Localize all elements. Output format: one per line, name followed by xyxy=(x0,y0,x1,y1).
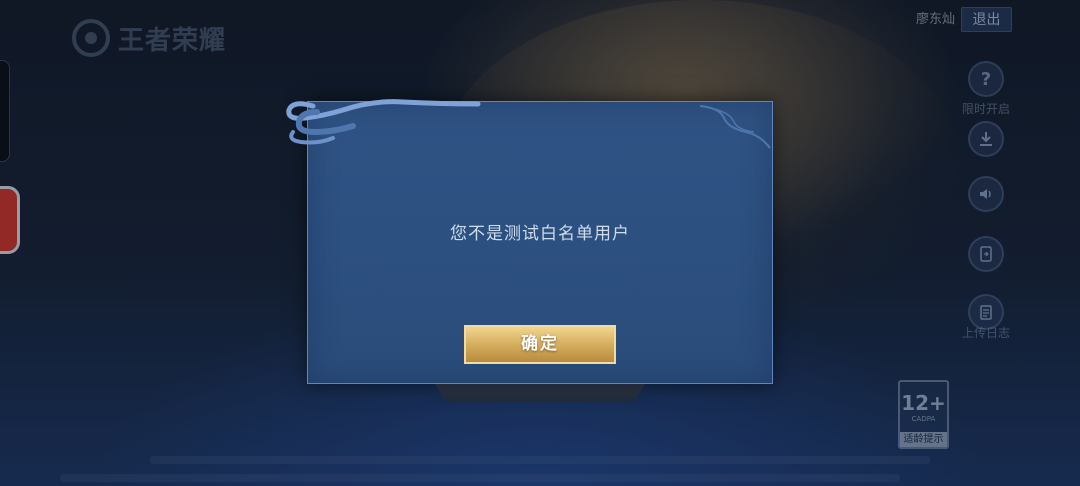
cloud-ornament-icon xyxy=(286,99,481,145)
game-login-screen: 王者荣耀 廖东灿 退出 ? 限时开启 上传日志 12+ CADPA 适龄提示 您… xyxy=(0,0,1080,486)
confirm-button[interactable]: 确定 xyxy=(464,325,616,364)
dialog-message: 您不是测试白名单用户 xyxy=(450,224,630,244)
cloud-ornament-right-icon xyxy=(699,105,771,149)
